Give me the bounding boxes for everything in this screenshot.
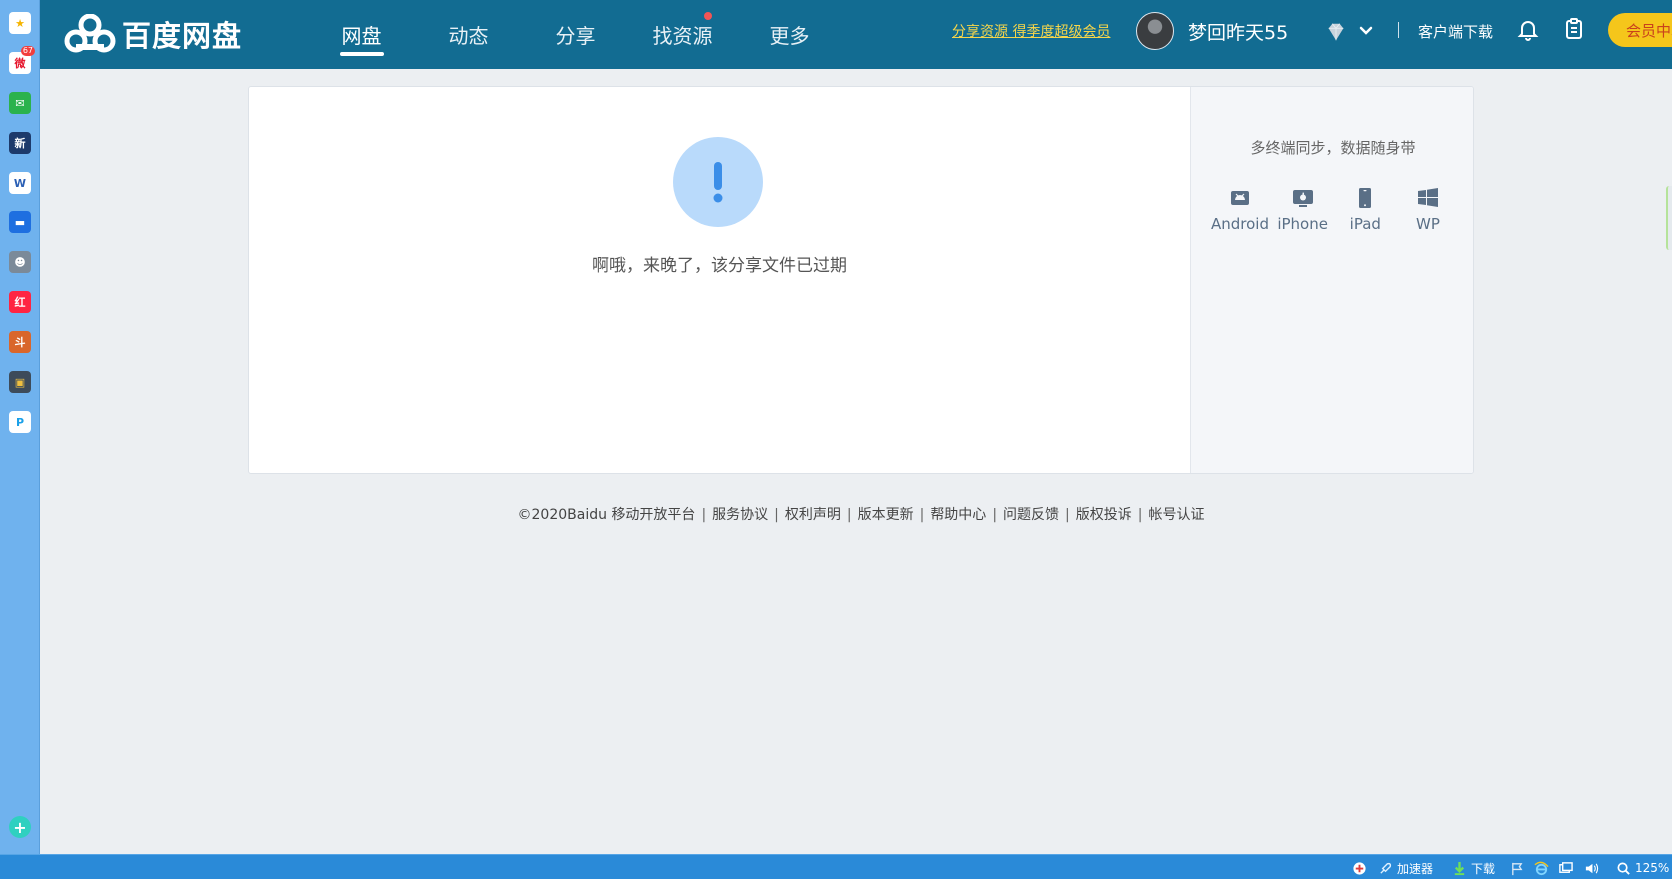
download-arrow-icon	[1454, 861, 1465, 875]
ie-browser-icon[interactable]	[1534, 859, 1553, 877]
game-character-icon[interactable]: ☻	[9, 251, 31, 273]
download-label: 下载	[1471, 861, 1496, 876]
platform-label: iPad	[1349, 215, 1381, 233]
header-divider	[1398, 22, 1399, 38]
footer-separator: |	[919, 507, 925, 523]
platform-wp[interactable]: WP	[1397, 187, 1459, 233]
username[interactable]: 梦回昨天55	[1188, 18, 1288, 45]
nav-tab-netdisk[interactable]: 网盘	[308, 0, 415, 69]
footer-link[interactable]: 问题反馈	[1003, 507, 1059, 523]
footer-link[interactable]: 帮助中心	[930, 507, 986, 523]
edge-drawer-handle[interactable]	[1666, 186, 1672, 250]
rocket-icon	[1380, 862, 1392, 874]
mail-icon[interactable]: ✉	[9, 92, 31, 114]
zoom-tray-item[interactable]: 125%	[1616, 859, 1669, 877]
apple-icon	[1292, 190, 1313, 207]
unread-badge: 67	[20, 46, 35, 56]
user-avatar[interactable]	[1136, 12, 1174, 50]
baidu-netdisk-logo[interactable]: 百度网盘	[64, 10, 242, 58]
news-app-icon[interactable]: 新	[9, 132, 31, 154]
nav-tab-activity[interactable]: 动态	[415, 0, 522, 69]
copyright-text: ©2020Baidu	[517, 507, 607, 523]
system-taskbar: 加速器 下载 125%	[0, 854, 1672, 879]
footer-link[interactable]: 移动开放平台	[611, 507, 695, 523]
client-download-link[interactable]: 客户端下载	[1418, 21, 1493, 42]
platform-iphone[interactable]: iPhone	[1272, 187, 1334, 233]
logo-text: 百度网盘	[122, 19, 243, 53]
clipboard-icon[interactable]	[1562, 17, 1586, 41]
card-main-area: 啊哦，来晚了，该分享文件已过期	[249, 87, 1190, 473]
weibo-icon[interactable]: 微 67	[9, 46, 35, 74]
speaker-icon[interactable]	[1584, 859, 1603, 877]
multi-device-panel: 多终端同步，数据随身带 Android iPhone iPad WP	[1190, 87, 1473, 473]
flag-tray-icon[interactable]	[1510, 859, 1529, 877]
expired-message: 啊哦，来晚了，该分享文件已过期	[592, 256, 847, 276]
pdf-app-icon[interactable]: P	[9, 411, 31, 433]
platform-list: Android iPhone iPad WP	[1209, 187, 1459, 233]
nav-tab-find-resources[interactable]: 找资源	[629, 0, 736, 69]
add-app-icon[interactable]: +	[9, 816, 31, 838]
main-nav: 网盘 动态 分享 找资源 更多	[308, 0, 843, 69]
nav-tab-share[interactable]: 分享	[522, 0, 629, 69]
nav-tab-label: 分享	[555, 24, 596, 48]
cloud-logo-icon	[64, 14, 116, 53]
footer-link[interactable]: 服务协议	[712, 507, 768, 523]
nav-tab-more[interactable]: 更多	[736, 0, 843, 69]
game-chest-icon[interactable]: ▣	[9, 371, 31, 393]
chevron-down-icon[interactable]	[1358, 23, 1374, 39]
game-fighter-icon[interactable]: 斗	[9, 331, 31, 353]
multi-device-title: 多终端同步，数据随身带	[1250, 139, 1416, 157]
windows-icon	[1417, 188, 1438, 207]
footer-link[interactable]: 权利声明	[785, 507, 841, 523]
footer-links: ©2020Baidu 移动开放平台 | 服务协议 | 权利声明 | 版本更新 | 帮助中心 | 问题…	[248, 504, 1474, 524]
footer-link[interactable]: 版权投诉	[1076, 507, 1132, 523]
magnifier-icon	[1617, 862, 1630, 875]
android-icon	[1231, 191, 1249, 205]
nav-tab-label: 动态	[448, 24, 489, 48]
download-tray-item[interactable]: 下载	[1452, 859, 1495, 877]
xiaohongshu-icon[interactable]: 红	[9, 291, 31, 313]
accelerator-tray-item[interactable]: 加速器	[1378, 859, 1433, 877]
chat-app-icon[interactable]: ▬	[9, 211, 31, 233]
footer-link[interactable]: 版本更新	[858, 507, 914, 523]
footer-separator: |	[701, 507, 707, 523]
platform-ipad[interactable]: iPad	[1334, 187, 1396, 233]
vip-center-button[interactable]: 会员中心	[1608, 13, 1672, 47]
app-sidebar: ★ 微 67 ✉ 新 W ▬ ☻ 红斗 ▣ P +	[0, 0, 40, 854]
footer-separator: |	[992, 507, 998, 523]
footer-separator: |	[846, 507, 852, 523]
footer-separator: |	[1137, 507, 1143, 523]
platform-android[interactable]: Android	[1209, 187, 1271, 233]
footer-separator: |	[1065, 507, 1070, 523]
platform-label: WP	[1416, 215, 1440, 233]
platform-label: Android	[1211, 215, 1269, 233]
promo-link[interactable]: 分享资源 得季度超级会员	[952, 21, 1110, 41]
exclamation-icon	[673, 137, 763, 227]
security-tray-icon[interactable]	[1352, 859, 1371, 877]
top-header: 百度网盘 网盘 动态 分享 找资源 更多 分享资源 得季度超级会员 梦回昨天55…	[40, 0, 1672, 69]
platform-label: iPhone	[1277, 215, 1328, 233]
bell-icon[interactable]	[1516, 17, 1540, 41]
favorites-star-icon[interactable]: ★	[9, 12, 31, 34]
accelerator-label: 加速器	[1397, 861, 1434, 876]
tablet-icon	[1359, 188, 1372, 208]
share-expired-card: 啊哦，来晚了，该分享文件已过期 多终端同步，数据随身带 Android iPho…	[248, 86, 1474, 474]
zoom-level: 125%	[1635, 861, 1670, 875]
vip-diamond-icon	[1328, 23, 1344, 41]
nav-tab-label: 更多	[769, 24, 810, 48]
footer-separator: |	[774, 507, 779, 523]
window-tray-icon[interactable]	[1558, 859, 1577, 877]
word-doc-icon[interactable]: W	[9, 172, 31, 194]
nav-tab-label: 找资源	[652, 24, 713, 48]
nav-tab-label: 网盘	[341, 24, 382, 48]
notification-dot	[704, 12, 712, 20]
footer-link[interactable]: 帐号认证	[1148, 507, 1204, 523]
